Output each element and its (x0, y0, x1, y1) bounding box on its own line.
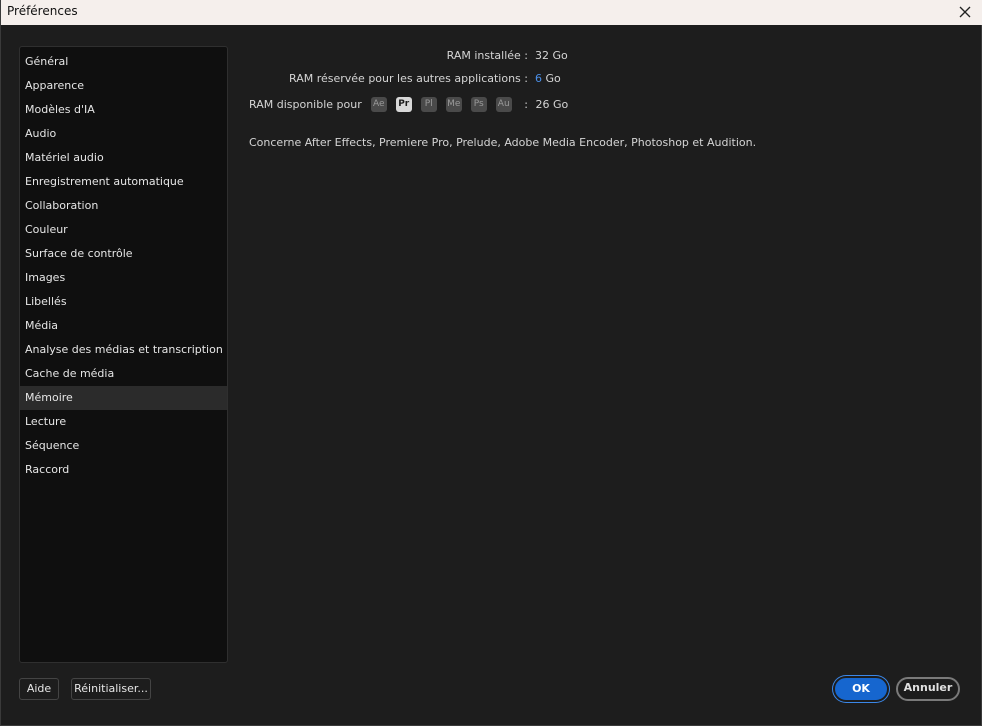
cancel-button[interactable]: Annuler (896, 677, 960, 701)
sidebar-item-appearance[interactable]: Apparence (20, 74, 227, 98)
sidebar-item-collaboration[interactable]: Collaboration (20, 194, 227, 218)
applies-to-note: Concerne After Effects, Premiere Pro, Pr… (249, 136, 757, 149)
installed-ram-label: RAM installée : (446, 49, 528, 62)
sidebar-item-media-cache[interactable]: Cache de média (20, 362, 227, 386)
reset-button[interactable]: Réinitialiser... (71, 678, 151, 700)
app-badge-audition[interactable]: Au (495, 97, 512, 112)
close-icon (959, 6, 971, 18)
sidebar-item-memory[interactable]: Mémoire (20, 386, 227, 410)
sidebar-item-sequence[interactable]: Séquence (20, 434, 227, 458)
sidebar-item-auto-save[interactable]: Enregistrement automatique (20, 170, 227, 194)
sidebar-item-audio[interactable]: Audio (20, 122, 227, 146)
window-title: Préférences (7, 4, 78, 18)
app-badge-prelude[interactable]: Pl (420, 97, 437, 112)
installed-ram-value: 32 Go (535, 49, 568, 62)
sidebar-item-playback[interactable]: Lecture (20, 410, 227, 434)
title-bar: Préférences (1, 0, 982, 25)
reserved-ram-unit: Go (545, 72, 561, 85)
app-badge-after-effects[interactable]: Ae (370, 97, 387, 112)
help-button[interactable]: Aide (19, 678, 59, 700)
available-ram-value: 26 Go (535, 98, 569, 111)
available-ram-row: RAM disponible pour Ae Pr Pl Me Ps Au : 26 Go (249, 97, 568, 112)
sidebar-item-media-analysis[interactable]: Analyse des médias et transcription (20, 338, 227, 362)
available-ram-label: RAM disponible pour (249, 98, 362, 111)
app-badge-premiere-pro[interactable]: Pr (395, 97, 412, 112)
sidebar-item-control-surface[interactable]: Surface de contrôle (20, 242, 227, 266)
available-ram-separator: : (524, 98, 528, 111)
close-button[interactable] (955, 2, 975, 22)
sidebar-item-labels[interactable]: Libellés (20, 290, 227, 314)
reserved-ram-label: RAM réservée pour les autres application… (289, 72, 528, 85)
preferences-dialog: Préférences Général Apparence Modèles d'… (0, 0, 982, 726)
app-badge-photoshop[interactable]: Ps (470, 97, 487, 112)
reserved-ram-setting: 6 Go (535, 72, 561, 85)
sidebar-item-media[interactable]: Média (20, 314, 227, 338)
sidebar-item-trim[interactable]: Raccord (20, 458, 227, 482)
sidebar-item-ai-models[interactable]: Modèles d'IA (20, 98, 227, 122)
sidebar-item-color[interactable]: Couleur (20, 218, 227, 242)
preferences-category-list: Général Apparence Modèles d'IA Audio Mat… (19, 46, 228, 663)
reserved-ram-value[interactable]: 6 (535, 72, 542, 85)
sidebar-item-general[interactable]: Général (20, 50, 227, 74)
app-badge-media-encoder[interactable]: Me (445, 97, 462, 112)
ok-button[interactable]: OK (835, 678, 887, 700)
sidebar-item-images[interactable]: Images (20, 266, 227, 290)
sidebar-item-audio-hardware[interactable]: Matériel audio (20, 146, 227, 170)
